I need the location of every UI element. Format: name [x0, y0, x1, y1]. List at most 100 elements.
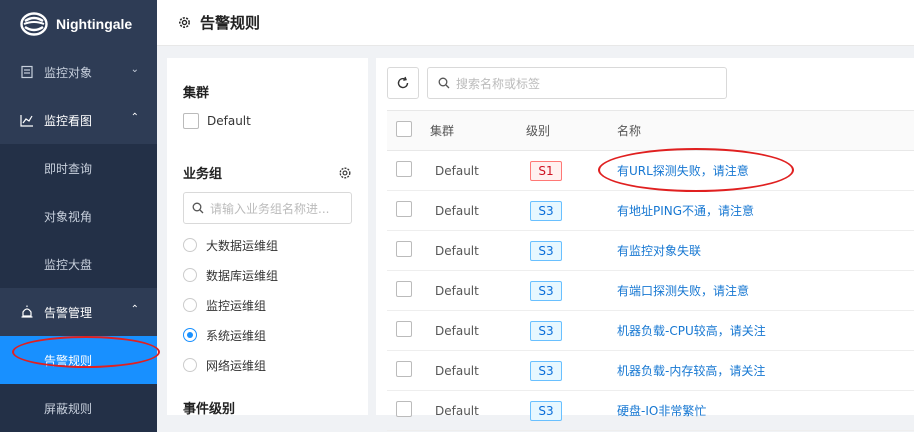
rules-table: 集群 级别 名称 Default S1 有URL探测失败，请注意 Default… [387, 110, 914, 431]
sidebar-item-instant-query[interactable]: 即时查询 [0, 144, 157, 192]
list-icon [21, 65, 33, 79]
table-row[interactable]: Default S3 机器负载-内存较高，请关注 [387, 351, 914, 391]
business-group-label: 网络运维组 [206, 358, 267, 373]
rule-name-link[interactable]: 有监控对象失联 [617, 244, 701, 258]
sidebar-group-label: 告警管理 [44, 305, 93, 320]
rule-name-link[interactable]: 有地址PING不通，请注意 [617, 204, 754, 218]
select-all-checkbox[interactable] [396, 121, 412, 137]
column-header-cluster[interactable]: 集群 [430, 122, 526, 139]
search-icon [192, 202, 204, 214]
business-group-item[interactable]: 网络运维组 [183, 350, 352, 380]
rule-name-link[interactable]: 有端口探测失败，请注意 [617, 284, 749, 298]
business-group-search-placeholder: 请输入业务组名称进... [210, 201, 330, 216]
rules-search-placeholder: 搜索名称或标签 [456, 76, 541, 91]
severity-badge: S3 [530, 240, 562, 261]
sidebar-item-object-view[interactable]: 对象视角 [0, 192, 157, 240]
table-row[interactable]: Default S1 有URL探测失败，请注意 [387, 151, 914, 191]
cluster-option-default[interactable]: Default [183, 113, 352, 129]
sidebar-group-dashboards[interactable]: 监控看图 ⌃ [0, 96, 157, 144]
sidebar-group-label: 监控对象 [44, 65, 93, 80]
row-cluster: Default [435, 323, 479, 338]
row-cluster: Default [435, 243, 479, 258]
refresh-button[interactable] [387, 67, 419, 99]
row-checkbox[interactable] [396, 161, 412, 177]
gear-icon [179, 17, 190, 28]
table-row[interactable]: Default S3 有地址PING不通，请注意 [387, 191, 914, 231]
rules-panel: 搜索名称或标签 集群 级别 名称 Default S1 有URL探测失败，请注意… [376, 58, 914, 431]
nightingale-logo-icon [20, 12, 48, 36]
business-group-item[interactable]: 监控运维组 [183, 290, 352, 320]
sidebar-item-dashboards[interactable]: 监控大盘 [0, 240, 157, 288]
severity-badge: S3 [530, 360, 562, 381]
column-header-level[interactable]: 级别 [526, 122, 617, 139]
table-row[interactable]: Default S3 硬盘-IO非常繁忙 [387, 391, 914, 431]
business-group-item[interactable]: 数据库运维组 [183, 260, 352, 290]
radio-button-selected[interactable] [183, 328, 197, 342]
rules-search-input[interactable]: 搜索名称或标签 [427, 67, 727, 99]
column-header-name[interactable]: 名称 [617, 122, 914, 139]
business-group-list: 大数据运维组 数据库运维组 监控运维组 系统运维组 网络运维组 [183, 230, 352, 380]
business-group-label: 监控运维组 [206, 298, 267, 313]
sidebar: Nightingale 监控对象 ⌄ 监控看图 ⌃ 即时查询 对象视角 监控大盘… [0, 0, 157, 432]
sidebar-submenu-alerting: 告警规则 屏蔽规则 [0, 336, 157, 432]
gear-icon[interactable] [338, 166, 352, 180]
sidebar-submenu-dashboards: 即时查询 对象视角 监控大盘 [0, 144, 157, 288]
rule-name-link[interactable]: 机器负载-CPU较高，请关注 [617, 324, 766, 338]
cluster-option-label: Default [207, 114, 251, 128]
sidebar-item-mute-rules[interactable]: 屏蔽规则 [0, 384, 157, 432]
app-name: Nightingale [56, 16, 133, 32]
table-row[interactable]: Default S3 机器负载-CPU较高，请关注 [387, 311, 914, 351]
business-group-title: 业务组 [183, 167, 223, 182]
refresh-icon [397, 76, 409, 89]
search-icon [438, 77, 450, 89]
radio-button[interactable] [183, 238, 197, 252]
event-level-title: 事件级别 [183, 402, 236, 417]
row-checkbox[interactable] [396, 241, 412, 257]
row-cluster: Default [435, 403, 479, 418]
chevron-up-icon: ⌃ [130, 304, 139, 315]
severity-badge: S1 [530, 160, 562, 181]
line-chart-icon [20, 115, 33, 127]
sidebar-group-monitor-objects[interactable]: 监控对象 ⌄ [0, 48, 157, 96]
business-group-item-selected[interactable]: 系统运维组 [183, 320, 352, 350]
severity-badge: S3 [530, 280, 562, 301]
radio-button[interactable] [183, 268, 197, 282]
business-group-label: 大数据运维组 [206, 238, 279, 253]
business-group-header: 业务组 [183, 163, 352, 182]
severity-badge: S3 [530, 320, 562, 341]
alarm-icon [21, 305, 33, 318]
severity-badge: S3 [530, 200, 562, 221]
sidebar-item-alert-rules[interactable]: 告警规则 [0, 336, 157, 384]
business-group-label: 系统运维组 [206, 328, 267, 343]
app-logo[interactable]: Nightingale [0, 0, 157, 48]
business-group-label: 数据库运维组 [206, 268, 279, 283]
cluster-checkbox[interactable] [183, 113, 199, 129]
rule-name-link[interactable]: 机器负载-内存较高，请关注 [617, 364, 765, 378]
severity-badge: S3 [530, 400, 562, 421]
row-checkbox[interactable] [396, 361, 412, 377]
rules-toolbar: 搜索名称或标签 [387, 67, 903, 99]
row-cluster: Default [435, 203, 479, 218]
rule-name-link[interactable]: 硬盘-IO非常繁忙 [617, 404, 706, 418]
page-title: 告警规则 [200, 14, 261, 32]
page-header: 告警规则 [157, 0, 914, 46]
table-row[interactable]: Default S3 有端口探测失败，请注意 [387, 271, 914, 311]
business-group-search-input[interactable]: 请输入业务组名称进... [183, 192, 352, 224]
business-group-item[interactable]: 大数据运维组 [183, 230, 352, 260]
rule-name-link[interactable]: 有URL探测失败，请注意 [617, 164, 749, 178]
cluster-section-title: 集群 [183, 86, 210, 101]
radio-button[interactable] [183, 358, 197, 372]
chevron-down-icon: ⌄ [130, 64, 139, 75]
row-checkbox[interactable] [396, 321, 412, 337]
sidebar-group-alerting[interactable]: 告警管理 ⌃ [0, 288, 157, 336]
row-cluster: Default [435, 163, 479, 178]
row-checkbox[interactable] [396, 281, 412, 297]
table-row[interactable]: Default S3 有监控对象失联 [387, 231, 914, 271]
row-cluster: Default [435, 363, 479, 378]
chevron-up-icon: ⌃ [130, 112, 139, 123]
filter-panel: 集群 Default 业务组 请输入业务组名称进... 大数据运维组 数据库运维… [167, 58, 368, 417]
sidebar-group-label: 监控看图 [44, 113, 93, 128]
radio-button[interactable] [183, 298, 197, 312]
row-cluster: Default [435, 283, 479, 298]
row-checkbox[interactable] [396, 201, 412, 217]
